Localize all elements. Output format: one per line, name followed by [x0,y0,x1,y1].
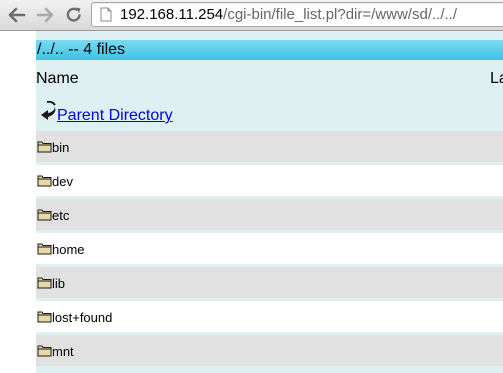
forward-button[interactable] [34,4,56,26]
reload-icon [66,7,81,22]
folder-name[interactable]: lib [52,275,65,293]
address-bar[interactable]: 192.168.11.254/cgi-bin/file_list.pl?dir=… [91,2,503,27]
folder-icon [37,243,52,255]
back-button[interactable] [6,4,28,26]
folder-name[interactable]: bin [52,139,69,157]
arrow-left-icon [8,7,26,23]
folder-name[interactable]: lost+found [52,309,112,327]
file-row[interactable]: lost+found [36,301,503,332]
url-host: 192.168.11.254 [120,6,224,23]
file-row[interactable]: bin [36,131,503,162]
page-icon [100,7,112,22]
listing-title: /../.. -- 4 files [36,40,503,60]
file-row[interactable]: dev [36,165,503,196]
file-listing: /../.. -- 4 files Name La Parent Directo… [36,31,503,373]
url-text: 192.168.11.254/cgi-bin/file_list.pl?dir=… [120,5,457,25]
file-row[interactable]: home [36,233,503,264]
folder-icon [37,277,52,289]
column-header-name: Name [36,70,79,87]
browser-toolbar: 192.168.11.254/cgi-bin/file_list.pl?dir=… [0,0,503,31]
folder-name[interactable]: dev [52,173,73,191]
file-row[interactable]: etc [36,199,503,230]
folder-icon [37,209,52,221]
parent-directory-row: Parent Directory [36,101,503,127]
folder-name[interactable]: mnt [52,343,74,361]
folder-icon [37,141,52,153]
folder-name[interactable]: etc [52,207,69,225]
folder-icon [37,345,52,357]
folder-icon [37,175,52,187]
reload-button[interactable] [63,4,85,26]
url-path: /cgi-bin/file_list.pl?dir=/www/sd/../../ [223,6,457,23]
column-header-last-modified: La [490,70,503,87]
file-row[interactable]: mnt [36,335,503,366]
file-row[interactable]: lib [36,267,503,298]
left-margin [0,31,36,373]
folder-icon [37,311,52,323]
arrow-right-icon [36,7,54,23]
parent-directory-link[interactable]: Parent Directory [57,106,173,126]
back-arrow-icon [41,101,56,120]
folder-name[interactable]: home [52,241,85,259]
